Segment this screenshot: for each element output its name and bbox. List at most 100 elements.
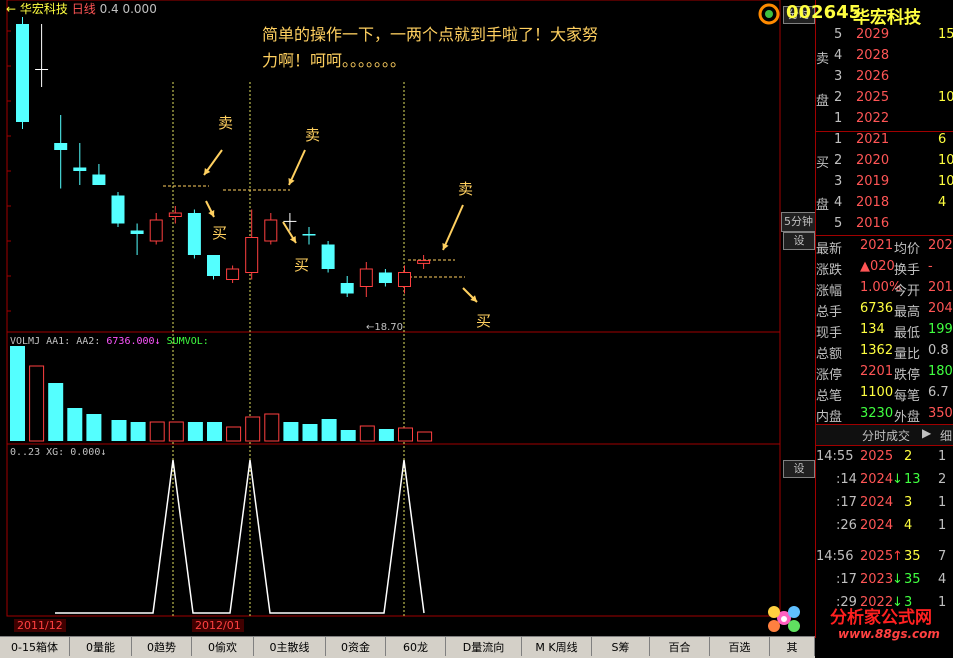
stat-value: 1993 <box>928 322 953 337</box>
volume-bar[interactable] <box>187 422 203 441</box>
candle[interactable] <box>130 223 144 256</box>
indicator-tab[interactable]: 0-15箱体 <box>0 637 70 656</box>
candle[interactable] <box>111 192 125 227</box>
volume-bar[interactable] <box>168 421 184 442</box>
ask-price: 2026 <box>856 69 890 84</box>
stat-label: 总额 <box>816 347 843 362</box>
indicator-tab[interactable]: 百选 <box>710 637 770 656</box>
volume-bar[interactable] <box>86 414 102 441</box>
candle[interactable] <box>149 213 163 245</box>
candle[interactable] <box>207 255 220 280</box>
volume-bar[interactable] <box>321 419 337 441</box>
tab-ticks[interactable]: 分时成交 <box>862 427 910 444</box>
bid-price: 2018 <box>856 195 890 210</box>
indicator-tab[interactable]: 0主散线 <box>254 637 326 656</box>
volume-bar[interactable] <box>111 420 127 441</box>
volume-bar[interactable] <box>245 416 261 442</box>
low-price-marker: ←18.70 <box>366 322 404 333</box>
volume-bars[interactable] <box>10 346 433 442</box>
settings-button-2[interactable]: 设 <box>783 460 815 478</box>
quote-row: 涨幅1.00%今开2010 <box>816 278 953 299</box>
volume-bar[interactable] <box>398 427 413 442</box>
indicator-tab[interactable]: 0资金 <box>326 637 386 656</box>
candle[interactable] <box>359 262 373 297</box>
candle[interactable] <box>54 115 68 189</box>
candle[interactable] <box>245 209 259 280</box>
quote-row: 最新2021均价2021 <box>816 236 953 257</box>
quote-row: 涨停 2201跌停 1801 <box>816 362 953 383</box>
indicator-tab[interactable]: 0量能 <box>70 637 132 656</box>
volume-bar[interactable] <box>340 430 356 441</box>
tick-count: 1 <box>938 518 947 533</box>
volume-bar[interactable] <box>130 422 146 441</box>
logo-swirl-icon <box>758 3 780 25</box>
tick-row: :26 2024 4 1 <box>816 515 953 538</box>
volume-bar[interactable] <box>10 346 25 441</box>
candle-body <box>264 219 278 242</box>
volume-bar[interactable] <box>264 413 280 442</box>
settings-button-1[interactable]: 设 <box>783 232 815 250</box>
candle[interactable] <box>321 241 335 273</box>
stat-label: 跌停 <box>894 368 921 383</box>
candle[interactable] <box>340 276 354 297</box>
candle[interactable] <box>302 227 316 245</box>
volume-bar[interactable] <box>149 421 165 442</box>
stat-label: 总笔 <box>816 389 843 404</box>
volume-bar[interactable] <box>359 425 375 442</box>
candle[interactable] <box>398 265 411 294</box>
candle[interactable] <box>73 143 87 185</box>
ticks-play-icon[interactable]: ▶ <box>922 426 931 440</box>
candle[interactable] <box>187 209 201 259</box>
tick-volume: 13 <box>904 472 921 487</box>
candle[interactable] <box>264 213 278 245</box>
indicator-tab[interactable]: 0偷欢 <box>192 637 254 656</box>
stat-label: 最高 <box>894 305 921 320</box>
candle[interactable] <box>35 24 49 87</box>
tick-row: :14 2024 ↓ 13 2 <box>816 469 953 492</box>
indicator-tab[interactable]: D量流向 <box>446 637 522 656</box>
volume-bar[interactable] <box>417 431 433 442</box>
indicator-tab[interactable]: 其 <box>770 637 815 656</box>
bid-price: 2016 <box>856 216 890 231</box>
period-5min-button[interactable]: 5分钟 <box>781 212 816 232</box>
period-label: 日线 <box>71 2 96 16</box>
volume-bar[interactable] <box>29 365 45 442</box>
indicator-tab[interactable]: 0趋势 <box>132 637 192 656</box>
stat-label: 最低 <box>894 326 921 341</box>
chart-canvas[interactable] <box>0 0 815 636</box>
tab-detail[interactable]: 细 <box>940 427 952 444</box>
candle[interactable] <box>283 213 297 231</box>
stat-label: 涨幅 <box>816 284 843 299</box>
candle-body <box>92 174 106 185</box>
stock-code: 002645 <box>786 2 862 23</box>
indicator-tab[interactable]: 60龙 <box>386 637 446 656</box>
buy-label-3: 买 <box>476 312 492 330</box>
indicator-tab[interactable]: 百合 <box>650 637 710 656</box>
volume-bar[interactable] <box>207 422 222 441</box>
volume-bar[interactable] <box>283 422 299 441</box>
candle[interactable] <box>16 17 29 129</box>
bid-level: 4 <box>834 195 843 210</box>
bid-volume: 10 <box>938 153 953 168</box>
volume-bar[interactable] <box>226 426 242 442</box>
bid-level: 5 <box>834 216 843 231</box>
bid-level: 3 <box>834 174 843 189</box>
candle[interactable] <box>417 255 431 269</box>
bid-volume: 4 <box>938 195 947 210</box>
volume-bar[interactable] <box>67 408 83 441</box>
indicator-tab[interactable]: M K周线 <box>522 637 592 656</box>
stat-value: 6.7 <box>928 385 949 400</box>
candle[interactable] <box>226 265 240 284</box>
volume-bar[interactable] <box>48 383 64 441</box>
quote-row: 内盘 3230外盘 3506 <box>816 404 953 425</box>
indicator-tab[interactable]: S筹 <box>592 637 650 656</box>
candle[interactable] <box>168 206 182 224</box>
volume-bar[interactable] <box>302 424 318 441</box>
volume-bar[interactable] <box>378 429 394 441</box>
tick-time: :17 <box>836 495 857 510</box>
kline-chart-area[interactable]: ← 华宏科技 日线 0.4 0.000 简单的操作一下，一两个点就到手啦了！大家… <box>0 0 815 657</box>
candle-body <box>245 237 259 273</box>
candle[interactable] <box>92 164 106 185</box>
candle-body <box>168 212 182 217</box>
candle[interactable] <box>378 269 392 287</box>
